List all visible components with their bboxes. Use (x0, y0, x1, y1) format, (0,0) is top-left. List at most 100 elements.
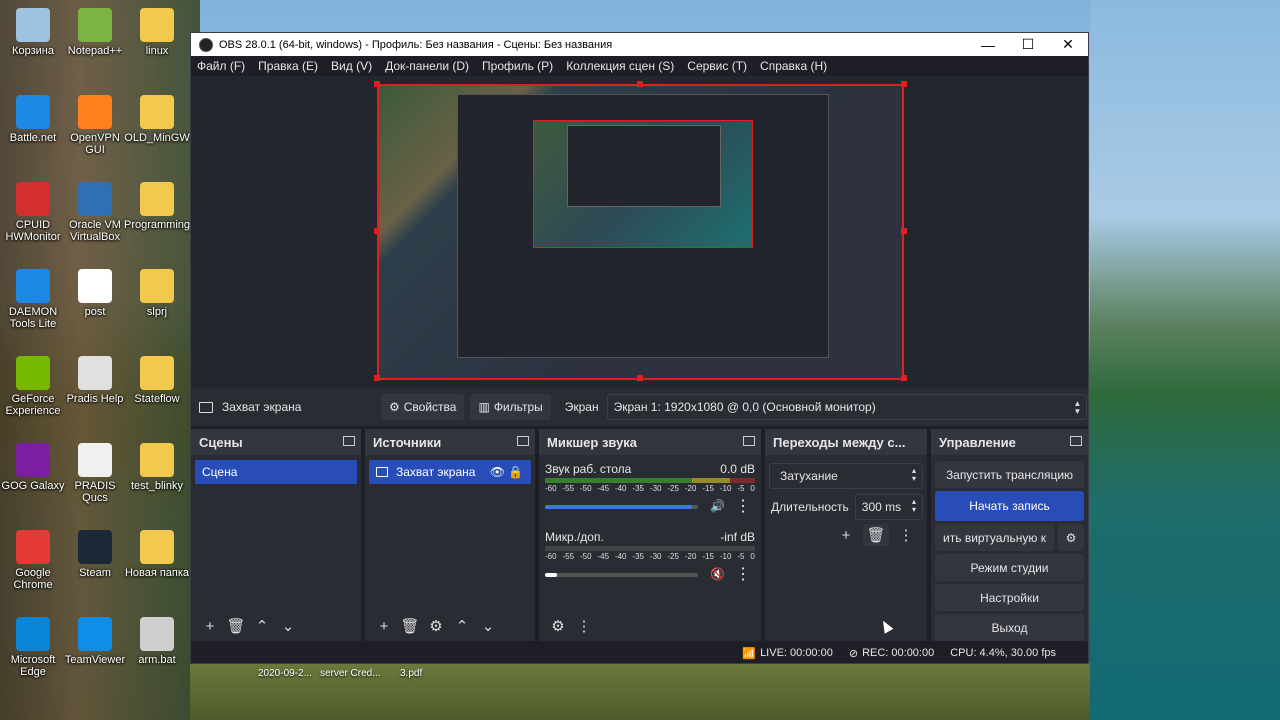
desktop-icon[interactable]: linux (124, 8, 190, 57)
more-icon[interactable]: ⋮ (735, 564, 751, 584)
monitor-icon (376, 467, 388, 477)
desktop-icon[interactable]: GOG Galaxy (0, 443, 66, 492)
resize-handle[interactable] (374, 375, 380, 381)
trash-icon[interactable]: 🗑 (397, 615, 423, 637)
desktop-icon[interactable]: Notepad++ (62, 8, 128, 57)
desktop-icon[interactable]: OpenVPN GUI (62, 95, 128, 156)
menu-file[interactable]: Файл (F) (197, 59, 245, 73)
app-icon (140, 443, 174, 477)
desktop-icon[interactable]: slprj (124, 269, 190, 318)
menu-help[interactable]: Справка (H) (760, 59, 827, 73)
app-icon (16, 530, 50, 564)
chevron-updown-icon[interactable]: ▴ ▾ (912, 498, 916, 514)
add-icon[interactable]: + (833, 524, 859, 546)
resize-handle[interactable] (901, 375, 907, 381)
desktop-icon[interactable]: OLD_MinGW (124, 95, 190, 144)
resize-handle[interactable] (374, 81, 380, 87)
popout-icon[interactable] (743, 436, 755, 446)
properties-button[interactable]: ⚙ Свойства (381, 394, 465, 420)
start-streaming-button[interactable]: Запустить трансляцию (935, 461, 1084, 488)
more-icon[interactable]: ⋮ (893, 524, 919, 546)
resize-handle[interactable] (901, 228, 907, 234)
desktop-icon-label: Microsoft Edge (10, 654, 56, 678)
eye-icon[interactable]: 👁 (490, 465, 505, 479)
popout-icon[interactable] (517, 436, 529, 446)
menu-tools[interactable]: Сервис (T) (687, 59, 747, 73)
virtual-camera-settings-button[interactable]: ⚙ (1058, 524, 1084, 551)
more-icon[interactable]: ⋮ (571, 615, 597, 637)
menu-docks[interactable]: Док-панели (D) (385, 59, 469, 73)
arrow-down-icon[interactable]: ⌄ (475, 615, 501, 637)
popout-icon[interactable] (343, 436, 355, 446)
desktop-icon[interactable]: arm.bat (124, 617, 190, 666)
menu-scene-collection[interactable]: Коллекция сцен (S) (566, 59, 674, 73)
desktop-icon-label: Stateflow (134, 393, 180, 405)
preview-area[interactable] (191, 76, 1088, 420)
settings-button[interactable]: Настройки (935, 584, 1084, 611)
desktop-icon[interactable]: Battle.net (0, 95, 66, 144)
exit-button[interactable]: Выход (935, 614, 1084, 641)
resize-handle[interactable] (637, 375, 643, 381)
start-recording-button[interactable]: Начать запись (935, 491, 1084, 521)
scenes-dock: Сцены Сцена + 🗑 ⌃ ⌄ (191, 429, 361, 641)
speaker-muted-icon[interactable]: 🔇 (710, 567, 725, 581)
desktop-icon[interactable]: Pradis Help (62, 356, 128, 405)
desktop-icon[interactable]: PRADIS Qucs (62, 443, 128, 504)
gear-icon[interactable]: ⚙ (423, 615, 449, 637)
volume-slider[interactable] (545, 504, 699, 509)
desktop-icon[interactable]: CPUID HWMonitor (0, 182, 66, 243)
arrow-down-icon[interactable]: ⌄ (275, 615, 301, 637)
screen-capture-source[interactable] (377, 84, 904, 380)
resize-handle[interactable] (374, 228, 380, 234)
desktop-icon[interactable]: Oracle VM VirtualBox (62, 182, 128, 243)
studio-mode-button[interactable]: Режим студии (935, 554, 1084, 581)
resize-handle[interactable] (901, 81, 907, 87)
add-icon[interactable]: + (371, 615, 397, 637)
desktop-icon[interactable]: Корзина (0, 8, 66, 57)
add-icon[interactable]: + (197, 615, 223, 637)
speaker-icon[interactable]: 🔊 (710, 499, 725, 513)
arrow-up-icon[interactable]: ⌃ (249, 615, 275, 637)
filters-button[interactable]: ▥ Фильтры (470, 394, 551, 420)
trash-icon[interactable]: 🗑 (223, 615, 249, 637)
source-item[interactable]: Захват экрана 👁 🔒 (369, 460, 531, 484)
menu-profile[interactable]: Профиль (P) (482, 59, 553, 73)
desktop-icon[interactable]: DAEMON Tools Lite (0, 269, 66, 330)
desktop-icon[interactable]: post (62, 269, 128, 318)
desktop-icon[interactable]: Steam (62, 530, 128, 579)
desktop-file-label[interactable]: 2020-09-2... (258, 668, 312, 679)
duration-spinbox[interactable]: 300 ms ▴ ▾ (854, 494, 923, 520)
virtual-camera-button[interactable]: ить виртуальную к (935, 524, 1054, 551)
desktop-icon[interactable]: GeForce Experience (0, 356, 66, 417)
more-icon[interactable]: ⋮ (735, 496, 751, 516)
arrow-up-icon[interactable]: ⌃ (449, 615, 475, 637)
desktop-file-label[interactable]: 3.pdf (400, 668, 422, 679)
rec-timer: REC: 00:00:00 (862, 647, 935, 659)
lock-icon[interactable]: 🔒 (508, 465, 523, 479)
desktop-icon[interactable]: Programming (124, 182, 190, 231)
desktop-icon[interactable]: Stateflow (124, 356, 190, 405)
menu-edit[interactable]: Правка (E) (258, 59, 318, 73)
sources-title: Источники (373, 434, 442, 450)
close-button[interactable]: ✕ (1048, 33, 1088, 56)
maximize-button[interactable]: ☐ (1008, 33, 1048, 56)
menu-view[interactable]: Вид (V) (331, 59, 372, 73)
minimize-button[interactable]: — (968, 33, 1008, 56)
transition-select[interactable]: Затухание ▴ ▾ (769, 463, 923, 489)
advanced-audio-icon[interactable]: ⚙ (545, 615, 571, 637)
desktop-icon[interactable]: Новая папка (124, 530, 190, 579)
popout-icon[interactable] (1070, 436, 1082, 446)
resize-handle[interactable] (637, 81, 643, 87)
channel-level: 0.0 dB (720, 462, 755, 476)
desktop-icon-label: Новая папка (124, 567, 190, 579)
volume-slider[interactable] (545, 572, 699, 577)
trash-icon[interactable]: 🗑 (863, 524, 889, 546)
desktop-icon[interactable]: test_blinky (124, 443, 190, 492)
desktop-file-label[interactable]: server Cred... (320, 668, 381, 679)
desktop-icon[interactable]: TeamViewer (62, 617, 128, 666)
scene-item[interactable]: Сцена (195, 460, 357, 484)
desktop-icon[interactable]: Microsoft Edge (0, 617, 66, 678)
desktop-lake-background (1090, 0, 1280, 720)
screen-select[interactable]: Экран 1: 1920x1080 @ 0,0 (Основной монит… (606, 394, 1087, 420)
desktop-icon[interactable]: Google Chrome (0, 530, 66, 591)
